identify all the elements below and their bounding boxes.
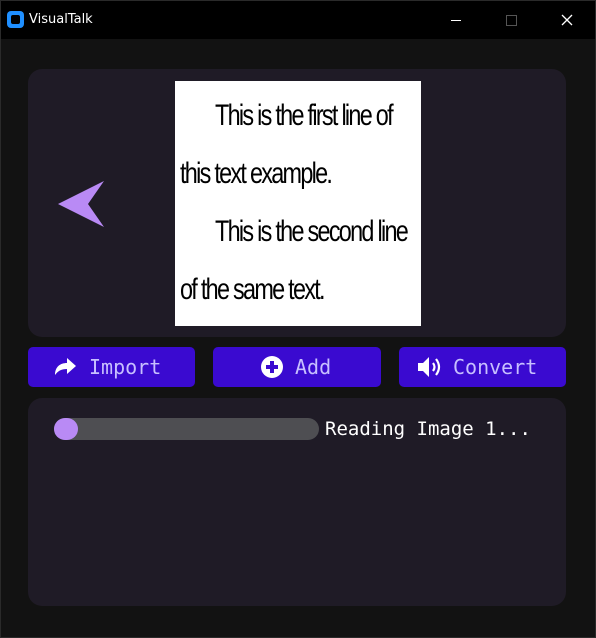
add-button[interactable]: Add	[213, 347, 381, 387]
convert-button[interactable]: Convert	[399, 347, 566, 387]
add-button-label: Add	[295, 355, 332, 379]
plus-circle-icon	[261, 356, 283, 378]
image-preview: This is the first line of this text exam…	[175, 81, 421, 326]
progress-bar	[54, 418, 319, 440]
back-arrow-icon[interactable]	[56, 179, 108, 231]
app-logo-icon	[7, 11, 24, 28]
maximize-button[interactable]	[488, 1, 534, 39]
image-text-line: This is the second line	[215, 215, 409, 248]
app-window: VisualTalk This is the first line of thi…	[0, 0, 596, 638]
window-title: VisualTalk	[29, 12, 93, 27]
import-button[interactable]: Import	[28, 347, 195, 387]
progress-panel: Reading Image 1...	[28, 398, 566, 606]
image-text-line: This is the first line of	[215, 99, 394, 132]
title-bar[interactable]: VisualTalk	[1, 1, 595, 39]
import-button-label: Import	[89, 355, 162, 379]
close-icon	[561, 14, 573, 26]
convert-button-label: Convert	[453, 355, 538, 379]
image-text-line: of the same text.	[180, 273, 326, 306]
image-text-line: this text example.	[180, 157, 333, 190]
close-button[interactable]	[544, 1, 590, 39]
progress-status-text: Reading Image 1...	[325, 418, 531, 440]
image-preview-panel: This is the first line of this text exam…	[28, 69, 566, 337]
progress-indicator	[54, 418, 78, 440]
minimize-button[interactable]	[433, 1, 479, 39]
speaker-icon	[418, 357, 441, 377]
share-arrow-icon	[55, 358, 76, 375]
